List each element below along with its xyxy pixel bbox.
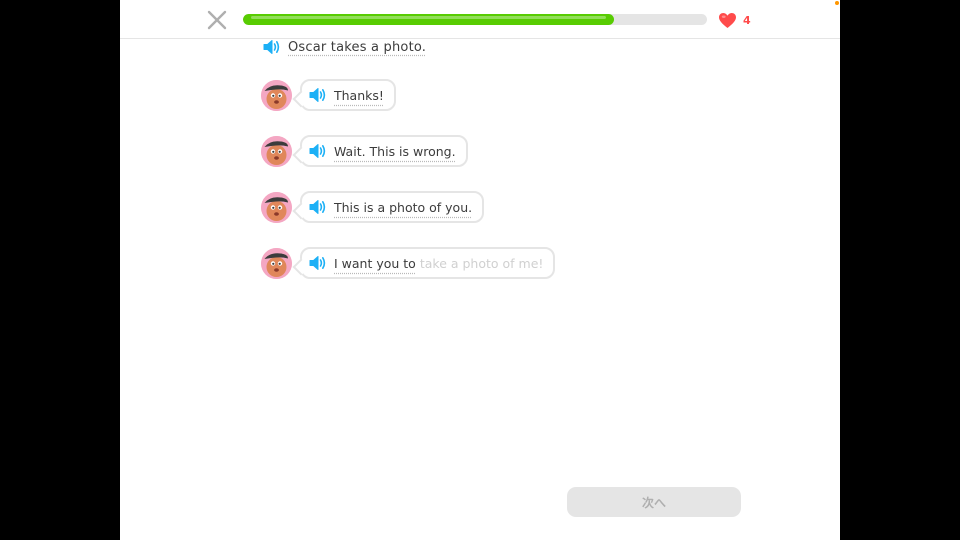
speech-bubble: I want you to take a photo of me! (300, 247, 556, 279)
progress-fill (243, 14, 615, 25)
dialogue-text[interactable]: Thanks! (334, 88, 384, 103)
dialogue-text[interactable]: This is a photo of you. (334, 200, 472, 215)
oscar-avatar (261, 135, 292, 167)
oscar-face-icon (261, 247, 292, 279)
speaker-icon[interactable] (309, 143, 327, 159)
dialogue-text[interactable]: I want you to (334, 256, 416, 271)
continue-button[interactable]: 次へ (567, 487, 741, 517)
speech-bubble: Wait. This is wrong. (300, 135, 468, 167)
dialogue-turn: Wait. This is wrong. (261, 133, 468, 169)
prompt-text[interactable]: Oscar takes a photo. (288, 40, 426, 55)
speaker-icon[interactable] (309, 255, 327, 271)
lesson-screen: 4 Oscar takes a photo. Thanks! Wait. Thi… (120, 0, 840, 540)
dialogue-turn: This is a photo of you. (261, 189, 485, 225)
dialogue-hint-text: take a photo of me! (419, 255, 544, 271)
oscar-face-icon (261, 135, 292, 167)
dialogue-text[interactable]: Wait. This is wrong. (334, 144, 456, 159)
lesson-header: 4 (120, 0, 840, 39)
dialogue-turn: I want you to take a photo of me! (261, 245, 556, 281)
oscar-face-icon (261, 79, 292, 111)
hearts-count: 4 (743, 13, 751, 27)
dialogue-turn: Thanks! (261, 77, 396, 113)
speaker-icon[interactable] (309, 87, 327, 103)
speech-bubble: Thanks! (300, 79, 396, 111)
oscar-avatar (261, 191, 292, 223)
progress-bar (243, 14, 707, 25)
oscar-avatar (261, 79, 292, 111)
speaker-icon[interactable] (263, 39, 281, 55)
oscar-avatar (261, 247, 292, 279)
hearts-indicator: 4 (718, 10, 751, 30)
speech-bubble: This is a photo of you. (300, 191, 485, 223)
heart-icon (719, 12, 736, 28)
speaker-icon[interactable] (309, 199, 327, 215)
prompt-row: Oscar takes a photo. (263, 37, 426, 57)
oscar-face-icon (261, 191, 292, 223)
status-dot (835, 1, 839, 5)
close-icon[interactable] (206, 9, 228, 31)
